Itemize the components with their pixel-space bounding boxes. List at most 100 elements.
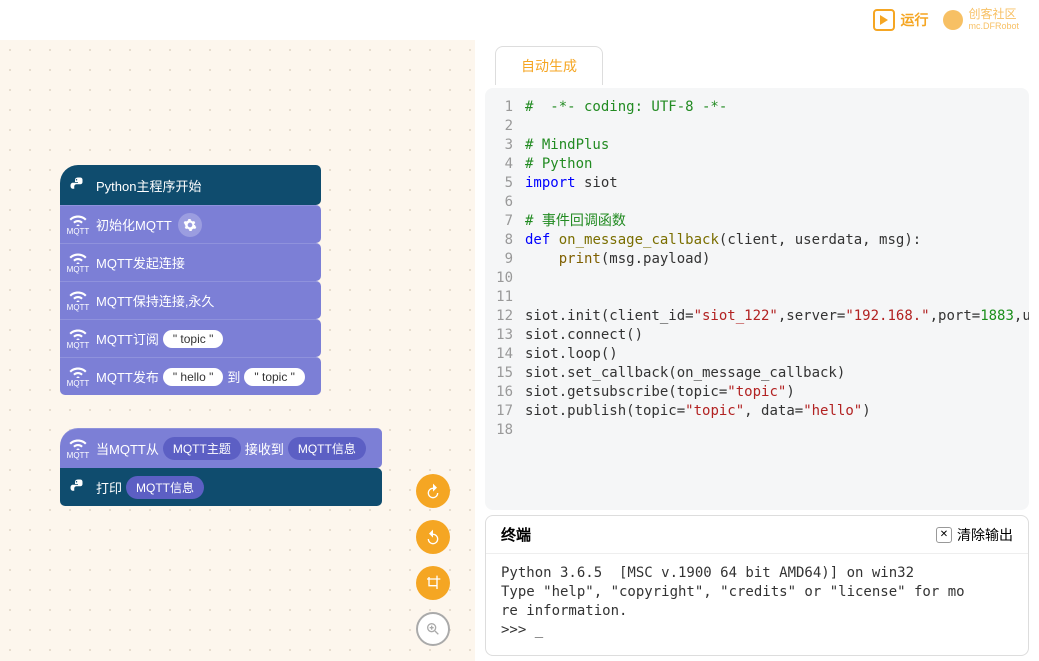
code-line[interactable]: 8def on_message_callback(client, userdat… [485, 231, 1029, 250]
play-icon [873, 9, 895, 31]
redo-button[interactable] [416, 520, 450, 554]
line-number: 3 [485, 136, 525, 155]
code-line[interactable]: 14siot.loop() [485, 345, 1029, 364]
block-python-start[interactable]: Python主程序开始 [60, 165, 321, 205]
run-button[interactable]: 运行 [873, 9, 928, 31]
code-line[interactable]: 15siot.set_callback(on_message_callback) [485, 364, 1029, 383]
line-number: 7 [485, 212, 525, 231]
topic-input[interactable]: " topic " [163, 330, 224, 348]
block-when-mqtt[interactable]: MQTT 当MQTT从 MQTT主题 接收到 MQTT信息 [60, 428, 382, 468]
block-label: 到 [227, 367, 240, 386]
code-text[interactable] [525, 117, 1029, 136]
code-text[interactable]: def on_message_callback(client, userdata… [525, 231, 1029, 250]
clear-icon: ✕ [936, 527, 952, 543]
mqtt-topic-pill[interactable]: MQTT主题 [163, 437, 241, 460]
code-line[interactable]: 13siot.connect() [485, 326, 1029, 345]
code-text[interactable]: siot.init(client_id="siot_122",server="1… [525, 307, 1029, 326]
code-text[interactable]: siot.publish(topic="topic", data="hello"… [525, 402, 1029, 421]
code-text[interactable]: print(msg.payload) [525, 250, 1029, 269]
block-label: 接收到 [245, 439, 284, 458]
line-number: 13 [485, 326, 525, 345]
code-line[interactable]: 4# Python [485, 155, 1029, 174]
block-print[interactable]: 打印 MQTT信息 [60, 468, 382, 506]
logo-icon [943, 10, 963, 30]
run-label: 运行 [900, 10, 928, 30]
code-text[interactable]: siot.loop() [525, 345, 1029, 364]
line-number: 9 [485, 250, 525, 269]
zoom-in-button[interactable] [416, 612, 450, 646]
block-mqtt-keep[interactable]: MQTT MQTT保持连接,永久 [60, 281, 321, 319]
terminal-header: 终端 ✕ 清除输出 [486, 516, 1028, 554]
topic-input[interactable]: " topic " [244, 368, 305, 386]
clear-output-button[interactable]: ✕ 清除输出 [936, 525, 1013, 545]
line-number: 18 [485, 421, 525, 440]
blocks-stack-callback[interactable]: MQTT 当MQTT从 MQTT主题 接收到 MQTT信息 打印 MQTT信息 [60, 428, 382, 506]
line-number: 8 [485, 231, 525, 250]
block-label: MQTT订阅 [96, 329, 159, 348]
code-text[interactable] [525, 421, 1029, 440]
line-number: 4 [485, 155, 525, 174]
block-label: 当MQTT从 [96, 439, 159, 458]
code-line[interactable]: 17siot.publish(topic="topic", data="hell… [485, 402, 1029, 421]
message-input[interactable]: " hello " [163, 368, 224, 386]
block-label: MQTT发布 [96, 367, 159, 386]
code-line[interactable]: 10 [485, 269, 1029, 288]
code-line[interactable]: 2 [485, 117, 1029, 136]
terminal-title: 终端 [501, 524, 531, 545]
logo: 创客社区 mc.DFRobot [943, 8, 1019, 31]
print-arg-pill[interactable]: MQTT信息 [126, 476, 204, 499]
clear-label: 清除输出 [957, 525, 1013, 545]
line-number: 17 [485, 402, 525, 421]
code-text[interactable]: # MindPlus [525, 136, 1029, 155]
code-line[interactable]: 12siot.init(client_id="siot_122",server=… [485, 307, 1029, 326]
undo-button[interactable] [416, 474, 450, 508]
line-number: 6 [485, 193, 525, 212]
tab-auto-generate[interactable]: 自动生成 [495, 46, 603, 85]
logo-subtext: mc.DFRobot [968, 22, 1019, 32]
crop-button[interactable] [416, 566, 450, 600]
block-label: 打印 [96, 478, 122, 497]
wifi-icon: MQTT [60, 429, 96, 468]
code-text[interactable] [525, 288, 1029, 307]
code-text[interactable]: siot.set_callback(on_message_callback) [525, 364, 1029, 383]
gear-icon[interactable] [178, 213, 202, 237]
line-number: 2 [485, 117, 525, 136]
block-init-mqtt[interactable]: MQTT 初始化MQTT [60, 205, 321, 243]
python-icon [60, 468, 96, 506]
line-number: 5 [485, 174, 525, 193]
line-number: 12 [485, 307, 525, 326]
code-line[interactable]: 18 [485, 421, 1029, 440]
top-bar: 运行 创客社区 mc.DFRobot [0, 0, 1039, 40]
code-text[interactable]: siot.getsubscribe(topic="topic") [525, 383, 1029, 402]
code-line[interactable]: 7# 事件回调函数 [485, 212, 1029, 231]
code-line[interactable]: 9 print(msg.payload) [485, 250, 1029, 269]
code-line[interactable]: 5import siot [485, 174, 1029, 193]
code-line[interactable]: 3# MindPlus [485, 136, 1029, 155]
line-number: 15 [485, 364, 525, 383]
block-mqtt-publish[interactable]: MQTT MQTT发布 " hello " 到 " topic " [60, 357, 321, 395]
block-mqtt-subscribe[interactable]: MQTT MQTT订阅 " topic " [60, 319, 321, 357]
code-text[interactable]: import siot [525, 174, 1029, 193]
code-text[interactable]: # Python [525, 155, 1029, 174]
code-text[interactable]: siot.connect() [525, 326, 1029, 345]
code-line[interactable]: 16siot.getsubscribe(topic="topic") [485, 383, 1029, 402]
code-line[interactable]: 6 [485, 193, 1029, 212]
wifi-icon: MQTT [60, 358, 96, 395]
code-text[interactable]: # -*- coding: UTF-8 -*- [525, 98, 1029, 117]
code-line[interactable]: 1# -*- coding: UTF-8 -*- [485, 98, 1029, 117]
line-number: 10 [485, 269, 525, 288]
code-text[interactable]: # 事件回调函数 [525, 212, 1029, 231]
blocks-workspace[interactable]: Python主程序开始 MQTT 初始化MQTT MQTT MQTT发起连接 M… [0, 40, 475, 661]
block-label: MQTT保持连接,永久 [96, 291, 214, 310]
blocks-stack-main[interactable]: Python主程序开始 MQTT 初始化MQTT MQTT MQTT发起连接 M… [60, 165, 321, 395]
block-mqtt-connect[interactable]: MQTT MQTT发起连接 [60, 243, 321, 281]
block-label: MQTT发起连接 [96, 253, 185, 272]
code-line[interactable]: 11 [485, 288, 1029, 307]
zoom-controls [416, 474, 450, 646]
code-text[interactable] [525, 269, 1029, 288]
terminal-output[interactable]: Python 3.6.5 [MSC v.1900 64 bit AMD64)] … [486, 554, 1028, 655]
code-text[interactable] [525, 193, 1029, 212]
line-number: 1 [485, 98, 525, 117]
code-editor[interactable]: 1# -*- coding: UTF-8 -*-23# MindPlus4# P… [485, 88, 1029, 510]
mqtt-msg-pill[interactable]: MQTT信息 [288, 437, 366, 460]
